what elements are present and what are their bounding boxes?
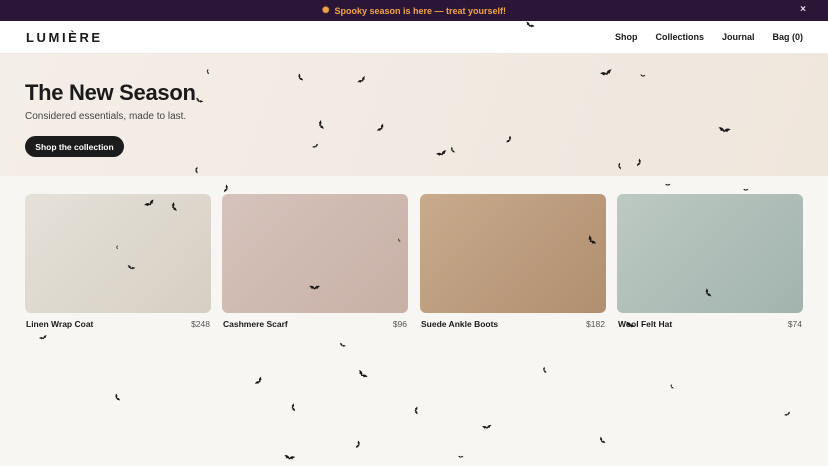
bat-icon	[291, 403, 295, 413]
bat-icon	[414, 406, 418, 416]
bat-icon	[458, 456, 464, 459]
product-price: $74	[787, 319, 802, 329]
brand-logo[interactable]: LUMIÈRE	[26, 30, 103, 45]
nav-journal[interactable]: Journal	[722, 32, 755, 42]
bat-icon	[670, 384, 674, 390]
bat-icon	[783, 411, 790, 416]
bat-icon	[355, 440, 360, 449]
bat-icon	[665, 184, 671, 187]
product-name[interactable]: Linen Wrap Coat	[26, 319, 93, 329]
bat-icon	[743, 189, 749, 192]
bat-icon	[255, 376, 262, 385]
product-image[interactable]	[617, 194, 803, 313]
sparkle-icon: ✺	[321, 5, 330, 15]
product-card[interactable]: Cashmere Scarf $96	[222, 194, 408, 329]
product-image[interactable]	[25, 194, 211, 313]
product-name[interactable]: Cashmere Scarf	[223, 319, 288, 329]
bat-icon	[114, 393, 120, 402]
product-card[interactable]: Linen Wrap Coat $248	[25, 194, 211, 329]
nav-bag[interactable]: Bag (0)	[772, 32, 803, 42]
bat-icon	[359, 369, 368, 378]
bat-icon	[339, 342, 346, 347]
promo-text[interactable]: Spooky season is here — treat yourself!	[334, 6, 506, 16]
nav-collections[interactable]: Collections	[655, 32, 704, 42]
close-icon[interactable]: ×	[800, 4, 806, 16]
bat-icon	[284, 454, 296, 460]
product-name[interactable]: Suede Ankle Boots	[421, 319, 498, 329]
product-price: $248	[191, 319, 210, 329]
shop-collection-button[interactable]: Shop the collection	[25, 136, 124, 157]
hero-subtitle: Considered essentials, made to last.	[25, 111, 187, 122]
product-price: $96	[392, 319, 407, 329]
promo-banner: ✺ Spooky season is here — treat yourself…	[0, 0, 828, 21]
product-price: $182	[586, 319, 605, 329]
bat-icon	[599, 437, 606, 444]
bat-icon	[542, 366, 546, 374]
bat-icon	[481, 425, 492, 429]
product-image[interactable]	[420, 194, 606, 313]
hero-section: The New Season Considered essentials, ma…	[0, 54, 828, 176]
bat-icon	[223, 184, 228, 193]
product-card[interactable]: Wool Felt Hat $74	[617, 194, 803, 329]
hero-title: The New Season	[25, 80, 196, 105]
product-card[interactable]: Suede Ankle Boots $182	[420, 194, 606, 329]
product-image[interactable]	[222, 194, 408, 313]
nav-shop[interactable]: Shop	[615, 32, 638, 42]
bat-icon	[38, 335, 47, 340]
site-header: LUMIÈRE Shop Collections Journal Bag (0)	[0, 21, 828, 54]
main-nav: Shop Collections Journal Bag (0)	[615, 32, 803, 42]
product-name[interactable]: Wool Felt Hat	[618, 319, 672, 329]
